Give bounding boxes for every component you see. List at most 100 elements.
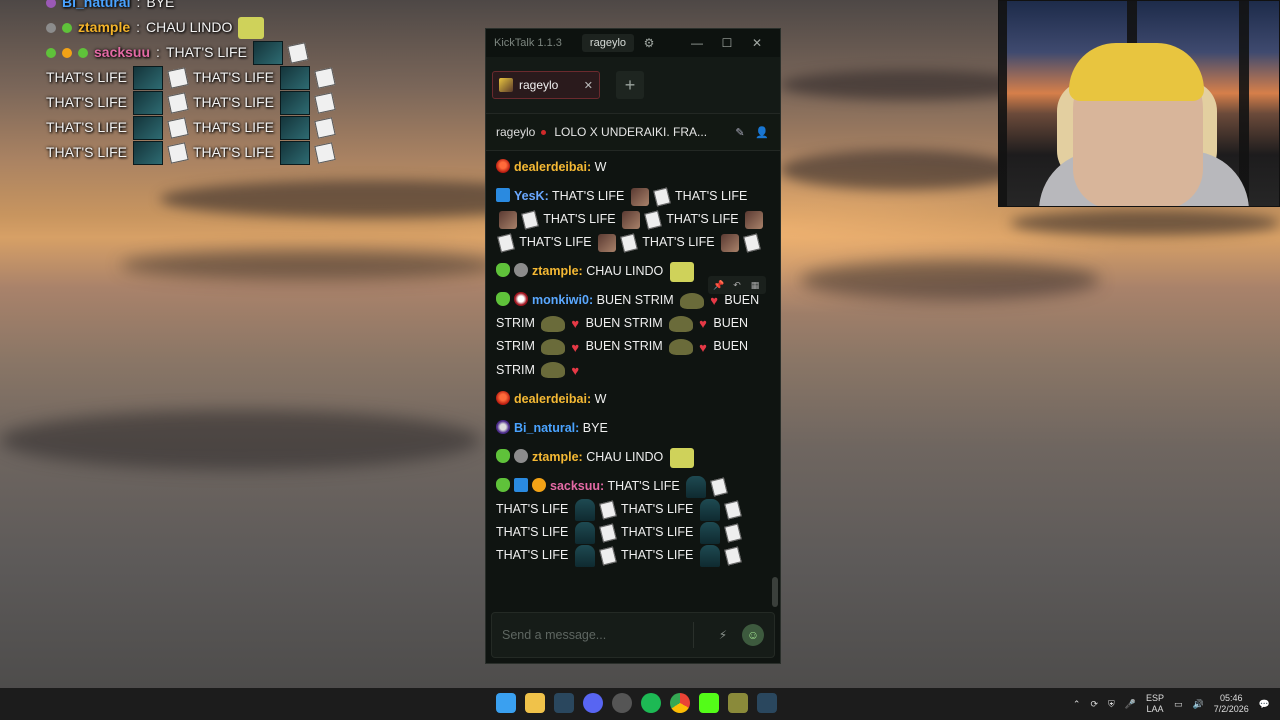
chat-messages[interactable]: dealerdeibai: W YesK: THAT'S LIFE THAT'S… xyxy=(486,152,780,607)
pin-icon[interactable]: ✎ xyxy=(732,126,748,139)
overlay-message: THAT'S LIFE xyxy=(192,144,274,160)
paper-emote-icon xyxy=(167,91,189,114)
overlay-message: THAT'S LIFE xyxy=(46,94,127,110)
microphone-icon[interactable]: 🎤 xyxy=(1125,699,1136,710)
app-title: KickTalk 1.1.3 xyxy=(494,37,562,49)
chat-username[interactable]: Bi_natural: xyxy=(514,421,579,435)
chat-username[interactable]: ztample: xyxy=(532,264,583,278)
taskbar-apps xyxy=(496,693,777,713)
heart-icon: ♥ xyxy=(571,362,580,378)
paper-emote-icon xyxy=(287,41,309,64)
chat-username[interactable]: dealerdeibai: xyxy=(514,392,591,406)
cloud-reflection xyxy=(120,250,500,280)
chat-scrollbar[interactable] xyxy=(772,577,778,607)
cloud-reflection xyxy=(800,260,1100,300)
steam-icon[interactable] xyxy=(757,693,777,713)
paper-emote-icon xyxy=(314,91,336,114)
chat-username[interactable]: monkiwi0: xyxy=(532,293,593,307)
title-bar[interactable]: KickTalk 1.1.3 rageylo ⚙ — ☐ ✕ xyxy=(486,29,780,57)
chat-text: THAT'S LIFE xyxy=(519,235,592,249)
obs-icon[interactable] xyxy=(612,693,632,713)
teal-emote-icon xyxy=(699,544,720,567)
overlay-message: THAT'S LIFE xyxy=(46,119,127,135)
chat-text: STRIM xyxy=(496,362,535,377)
chat-username[interactable]: YesK: xyxy=(514,189,549,203)
chrome-icon[interactable] xyxy=(670,693,690,713)
chat-text: BUEN xyxy=(713,316,749,331)
chat-username[interactable]: ztample: xyxy=(532,450,583,464)
language-indicator[interactable]: ESP LAA xyxy=(1146,693,1164,715)
teal-emote-icon xyxy=(132,115,163,140)
tab-label: rageylo xyxy=(519,78,559,92)
chat-text: BYE xyxy=(582,420,608,435)
webcam-feed xyxy=(998,0,1280,207)
chat-text: BUEN STRIM xyxy=(585,316,663,331)
shield-icon[interactable]: ⛨ xyxy=(1108,699,1115,710)
overlay-message: THAT'S LIFE xyxy=(46,69,127,85)
heart-icon: ♥ xyxy=(699,339,707,355)
message-input[interactable] xyxy=(502,622,694,648)
heart-icon: ♥ xyxy=(571,316,580,332)
sync-icon[interactable]: ⟳ xyxy=(1090,699,1098,710)
user-list-icon[interactable]: 👤 xyxy=(754,126,770,139)
chat-text: STRIM xyxy=(496,339,535,354)
tab-rageylo[interactable]: rageylo ✕ xyxy=(492,71,600,99)
clock[interactable]: 05:46 7/2/2026 xyxy=(1214,693,1249,715)
pin-message-icon[interactable]: 📌 xyxy=(712,278,726,292)
emote-picker-icon[interactable]: ☺ xyxy=(742,624,764,646)
chat-message[interactable]: dealerdeibai: W xyxy=(496,156,770,179)
channel-name[interactable]: rageylo xyxy=(496,125,535,139)
user-account-button[interactable]: rageylo xyxy=(581,34,634,52)
spotify-icon[interactable] xyxy=(641,693,661,713)
chat-message[interactable]: YesK: THAT'S LIFE THAT'S LIFE THAT'S LIF… xyxy=(496,185,770,254)
badge-icon xyxy=(62,47,72,58)
chat-text: THAT'S LIFE xyxy=(543,212,616,226)
chat-message[interactable]: ztample: CHAU LINDO xyxy=(496,446,770,469)
volume-icon[interactable]: 🔊 xyxy=(1193,699,1204,710)
chat-message[interactable]: sacksuu: THAT'S LIFE THAT'S LIFE THAT'S … xyxy=(496,475,770,567)
chat-text: THAT'S LIFE xyxy=(666,212,739,226)
windows-start-icon[interactable] xyxy=(496,693,516,713)
live-indicator-icon xyxy=(541,129,547,135)
badge-icon xyxy=(46,22,56,33)
kicktalk-icon[interactable] xyxy=(699,693,719,713)
alien-badge-icon xyxy=(496,477,510,492)
chevron-up-icon[interactable]: ⌃ xyxy=(1073,699,1081,710)
steam-icon[interactable] xyxy=(554,693,574,713)
chat-username[interactable]: sacksuu: xyxy=(550,479,604,493)
close-tab-icon[interactable]: ✕ xyxy=(584,79,593,92)
badge-icon xyxy=(78,47,88,58)
chat-message[interactable]: dealerdeibai: W xyxy=(496,388,770,411)
frog-emote-icon xyxy=(669,339,694,356)
minimize-button[interactable]: — xyxy=(682,36,712,50)
frog-emote-icon xyxy=(541,315,566,332)
paper-emote-icon xyxy=(724,523,742,542)
file-explorer-icon[interactable] xyxy=(525,693,545,713)
chat-message[interactable]: monkiwi0: BUEN STRIM ♥ BUEN STRIM ♥ BUEN… xyxy=(496,289,770,382)
teal-emote-icon xyxy=(279,140,310,165)
add-tab-button[interactable]: + xyxy=(616,71,644,99)
chat-message[interactable]: Bi_natural: BYE xyxy=(496,417,770,440)
chat-text: THAT'S LIFE xyxy=(675,189,748,203)
person-beanie xyxy=(1069,43,1204,101)
copy-icon[interactable]: ▦ xyxy=(748,278,762,292)
paper-emote-icon xyxy=(743,233,761,253)
channel-avatar xyxy=(499,78,513,92)
game-icon[interactable] xyxy=(728,693,748,713)
reply-icon[interactable]: ↶ xyxy=(730,278,744,292)
display-icon[interactable]: ▭ xyxy=(1174,699,1183,710)
taskbar: ⌃ ⟳ ⛨ 🎤 ESP LAA ▭ 🔊 05:46 7/2/2026 💬 xyxy=(0,688,1280,720)
gray-badge-icon xyxy=(514,448,528,463)
settings-gear-icon[interactable]: ⚙ xyxy=(634,36,664,50)
clock-time: 05:46 xyxy=(1219,693,1243,703)
maximize-button[interactable]: ☐ xyxy=(712,36,742,50)
close-button[interactable]: ✕ xyxy=(742,36,772,50)
sponge-emote-icon xyxy=(669,261,694,282)
kick-emotes-icon[interactable]: ⚡ xyxy=(712,624,734,646)
notification-icon[interactable]: 💬 xyxy=(1259,699,1270,710)
sub-badge-icon xyxy=(532,477,546,492)
discord-icon[interactable] xyxy=(583,693,603,713)
paper-emote-icon xyxy=(710,477,728,496)
badge-icon xyxy=(46,47,56,58)
chat-username[interactable]: dealerdeibai: xyxy=(514,160,591,174)
